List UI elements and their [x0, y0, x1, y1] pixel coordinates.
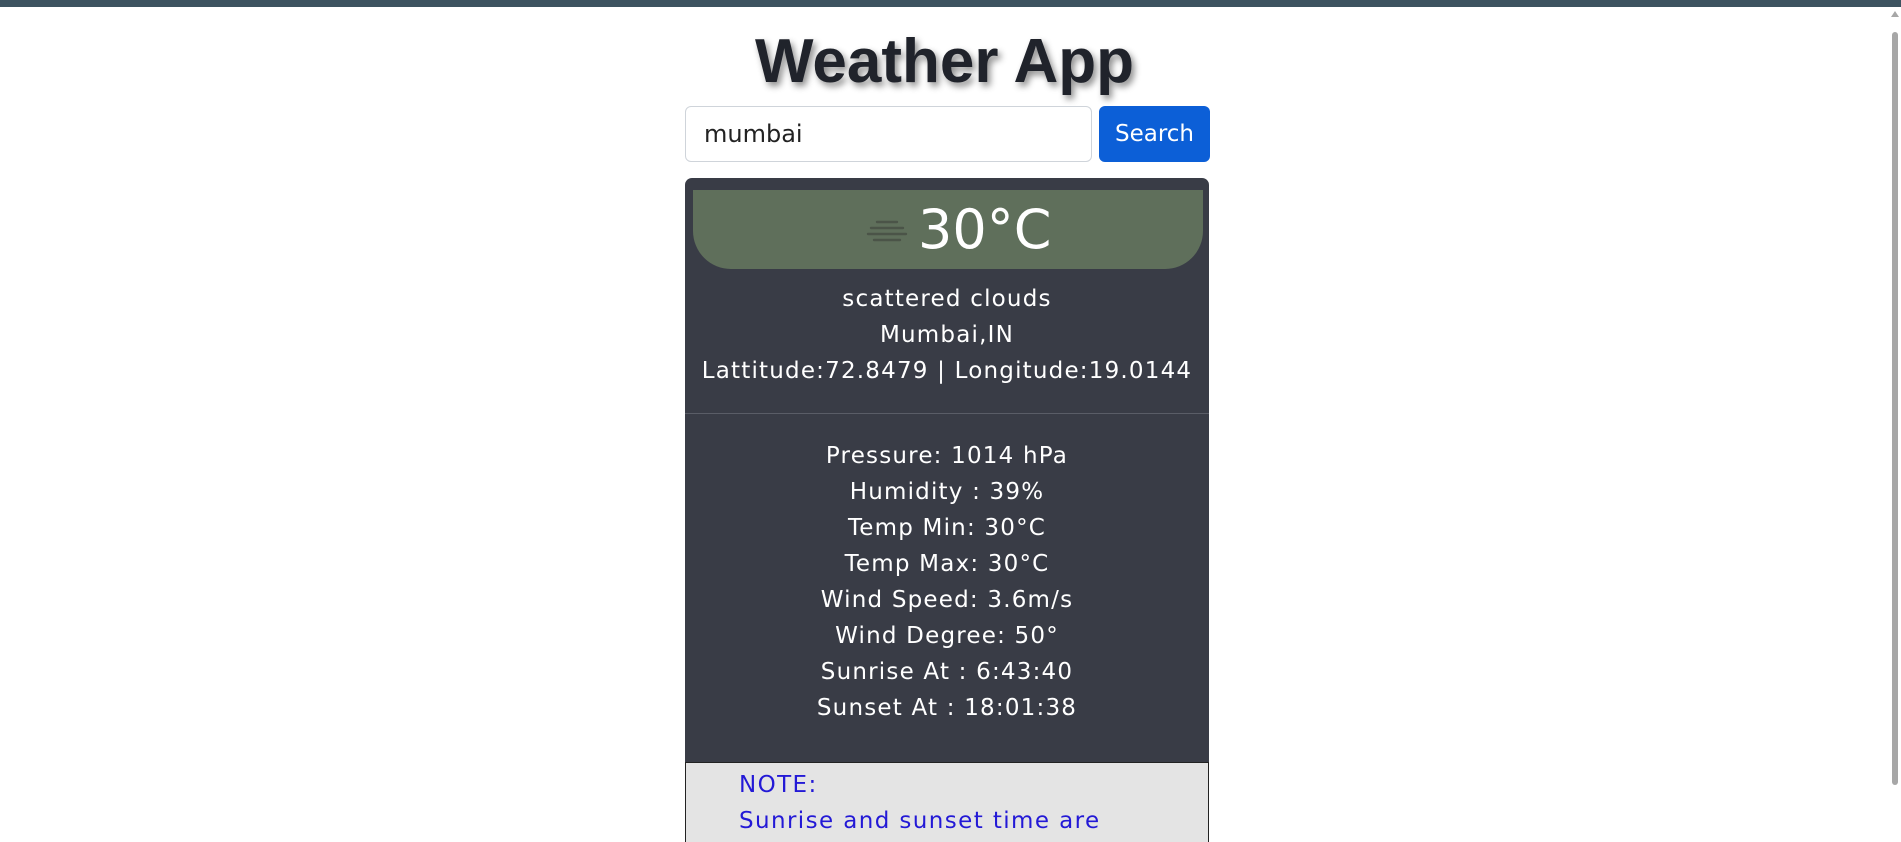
wind-speed-detail: Wind Speed: 3.6m/s: [820, 587, 1074, 613]
sunrise-detail: Sunrise At : 6:43:40: [820, 659, 1074, 685]
note-text: Sunrise and sunset time are: [739, 808, 1101, 834]
coordinates: Lattitude:72.8479 | Longitude:19.0144: [701, 358, 1193, 384]
temperature-banner: 30°C: [693, 190, 1203, 269]
wind-degree-detail: Wind Degree: 50°: [835, 623, 1059, 649]
temp-min-detail: Temp Min: 30°C: [847, 515, 1047, 541]
scattered-clouds-icon: [866, 220, 908, 242]
weather-description: scattered clouds: [842, 286, 1052, 312]
city-search-input[interactable]: [685, 106, 1092, 162]
page-scrollbar[interactable]: [1889, 7, 1901, 842]
browser-top-bar: [0, 0, 1901, 7]
location-name: Mumbai,IN: [879, 322, 1014, 348]
temperature-value: 30°C: [918, 198, 1052, 261]
temp-max-detail: Temp Max: 30°C: [844, 551, 1050, 577]
weather-card: 30°C scattered clouds Mumbai,IN Lattitud…: [685, 178, 1209, 842]
search-button[interactable]: Search: [1099, 106, 1210, 162]
card-divider: [685, 413, 1209, 414]
pressure-detail: Pressure: 1014 hPa: [825, 443, 1069, 469]
humidity-detail: Humidity : 39%: [849, 479, 1045, 505]
note-heading: NOTE:: [739, 772, 818, 798]
scroll-up-arrow-icon[interactable]: [1891, 11, 1899, 17]
app-title: Weather App: [755, 27, 1134, 96]
note-box: NOTE: Sunrise and sunset time are: [685, 762, 1209, 842]
scroll-thumb[interactable]: [1892, 32, 1898, 785]
sunset-detail: Sunset At : 18:01:38: [816, 695, 1078, 721]
